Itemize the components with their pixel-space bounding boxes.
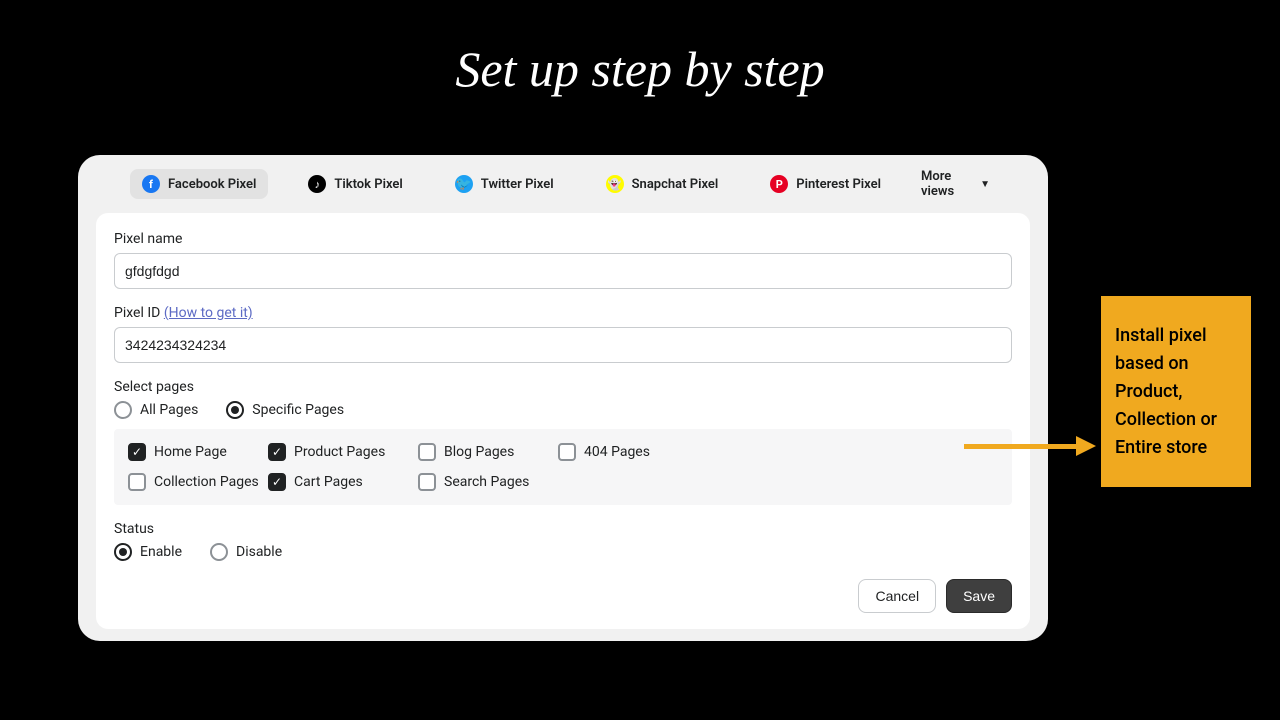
status-label: Status bbox=[114, 521, 1012, 537]
tab-label: Snapchat Pixel bbox=[632, 177, 719, 192]
radio-icon bbox=[210, 543, 228, 561]
tab-label: Tiktok Pixel bbox=[334, 177, 402, 192]
checkbox-icon: ✓ bbox=[268, 443, 286, 461]
checkbox-label: Collection Pages bbox=[154, 474, 259, 490]
form-card: Pixel name Pixel ID (How to get it) Sele… bbox=[96, 213, 1030, 629]
radio-icon bbox=[226, 401, 244, 419]
form-actions: Cancel Save bbox=[114, 579, 1012, 613]
checkbox-icon bbox=[418, 473, 436, 491]
more-views-label: More views bbox=[921, 169, 976, 199]
pinterest-icon: P bbox=[770, 175, 788, 193]
pixel-id-label: Pixel ID (How to get it) bbox=[114, 305, 1012, 321]
arrow-head-icon bbox=[1076, 436, 1096, 456]
checkbox-cart-pages[interactable]: ✓ Cart Pages bbox=[268, 473, 418, 491]
checkbox-icon: ✓ bbox=[268, 473, 286, 491]
save-button[interactable]: Save bbox=[946, 579, 1012, 613]
field-pixel-id: Pixel ID (How to get it) bbox=[114, 305, 1012, 363]
checkbox-404-pages[interactable]: 404 Pages bbox=[558, 443, 698, 461]
radio-disable[interactable]: Disable bbox=[210, 543, 282, 561]
facebook-icon: f bbox=[142, 175, 160, 193]
radio-label: Disable bbox=[236, 544, 282, 560]
checkbox-icon: ✓ bbox=[128, 443, 146, 461]
field-status: Status Enable Disable bbox=[114, 521, 1012, 561]
checkbox-collection-pages[interactable]: Collection Pages bbox=[128, 473, 268, 491]
arrow-line-icon bbox=[964, 444, 1076, 449]
radio-icon bbox=[114, 401, 132, 419]
checkbox-label: Search Pages bbox=[444, 474, 529, 490]
checkbox-home-page[interactable]: ✓ Home Page bbox=[128, 443, 268, 461]
radio-all-pages[interactable]: All Pages bbox=[114, 401, 198, 419]
page-heading: Set up step by step bbox=[0, 40, 1280, 98]
tab-label: Twitter Pixel bbox=[481, 177, 554, 192]
pixel-id-label-text: Pixel ID bbox=[114, 305, 160, 321]
tab-twitter[interactable]: 🐦 Twitter Pixel bbox=[443, 169, 566, 199]
select-pages-label: Select pages bbox=[114, 379, 1012, 395]
radio-enable[interactable]: Enable bbox=[114, 543, 182, 561]
checkbox-icon bbox=[128, 473, 146, 491]
cancel-button[interactable]: Cancel bbox=[858, 579, 936, 613]
radio-icon bbox=[114, 543, 132, 561]
pixel-tabs: f Facebook Pixel ♪ Tiktok Pixel 🐦 Twitte… bbox=[78, 169, 1048, 209]
tab-label: Pinterest Pixel bbox=[796, 177, 881, 192]
checkbox-blog-pages[interactable]: Blog Pages bbox=[418, 443, 558, 461]
tab-label: Facebook Pixel bbox=[168, 177, 256, 192]
pixel-panel: f Facebook Pixel ♪ Tiktok Pixel 🐦 Twitte… bbox=[78, 155, 1048, 641]
twitter-icon: 🐦 bbox=[455, 175, 473, 193]
radio-label: Specific Pages bbox=[252, 402, 344, 418]
annotation-callout: Install pixel based on Product, Collecti… bbox=[1101, 296, 1251, 487]
tab-snapchat[interactable]: 👻 Snapchat Pixel bbox=[594, 169, 731, 199]
checkbox-label: Cart Pages bbox=[294, 474, 363, 490]
pixel-id-input[interactable] bbox=[114, 327, 1012, 363]
annotation-arrow bbox=[964, 436, 1096, 456]
pixel-name-label: Pixel name bbox=[114, 231, 1012, 247]
more-views-dropdown[interactable]: More views ▼ bbox=[921, 169, 996, 199]
checkbox-label: 404 Pages bbox=[584, 444, 650, 460]
tab-pinterest[interactable]: P Pinterest Pixel bbox=[758, 169, 893, 199]
field-pixel-name: Pixel name bbox=[114, 231, 1012, 289]
tab-tiktok[interactable]: ♪ Tiktok Pixel bbox=[296, 169, 414, 199]
field-select-pages: Select pages All Pages Specific Pages ✓ … bbox=[114, 379, 1012, 505]
checkbox-label: Blog Pages bbox=[444, 444, 514, 460]
radio-specific-pages[interactable]: Specific Pages bbox=[226, 401, 344, 419]
checkbox-icon bbox=[558, 443, 576, 461]
how-to-get-it-link[interactable]: (How to get it) bbox=[164, 305, 253, 321]
radio-label: Enable bbox=[140, 544, 182, 560]
tab-facebook[interactable]: f Facebook Pixel bbox=[130, 169, 268, 199]
checkbox-search-pages[interactable]: Search Pages bbox=[418, 473, 558, 491]
tiktok-icon: ♪ bbox=[308, 175, 326, 193]
snapchat-icon: 👻 bbox=[606, 175, 624, 193]
pages-selection-box: ✓ Home Page ✓ Product Pages Blog Pages 4… bbox=[114, 429, 1012, 505]
checkbox-label: Product Pages bbox=[294, 444, 385, 460]
checkbox-product-pages[interactable]: ✓ Product Pages bbox=[268, 443, 418, 461]
pixel-name-input[interactable] bbox=[114, 253, 1012, 289]
checkbox-icon bbox=[418, 443, 436, 461]
chevron-down-icon: ▼ bbox=[980, 179, 990, 190]
checkbox-label: Home Page bbox=[154, 444, 227, 460]
radio-label: All Pages bbox=[140, 402, 198, 418]
